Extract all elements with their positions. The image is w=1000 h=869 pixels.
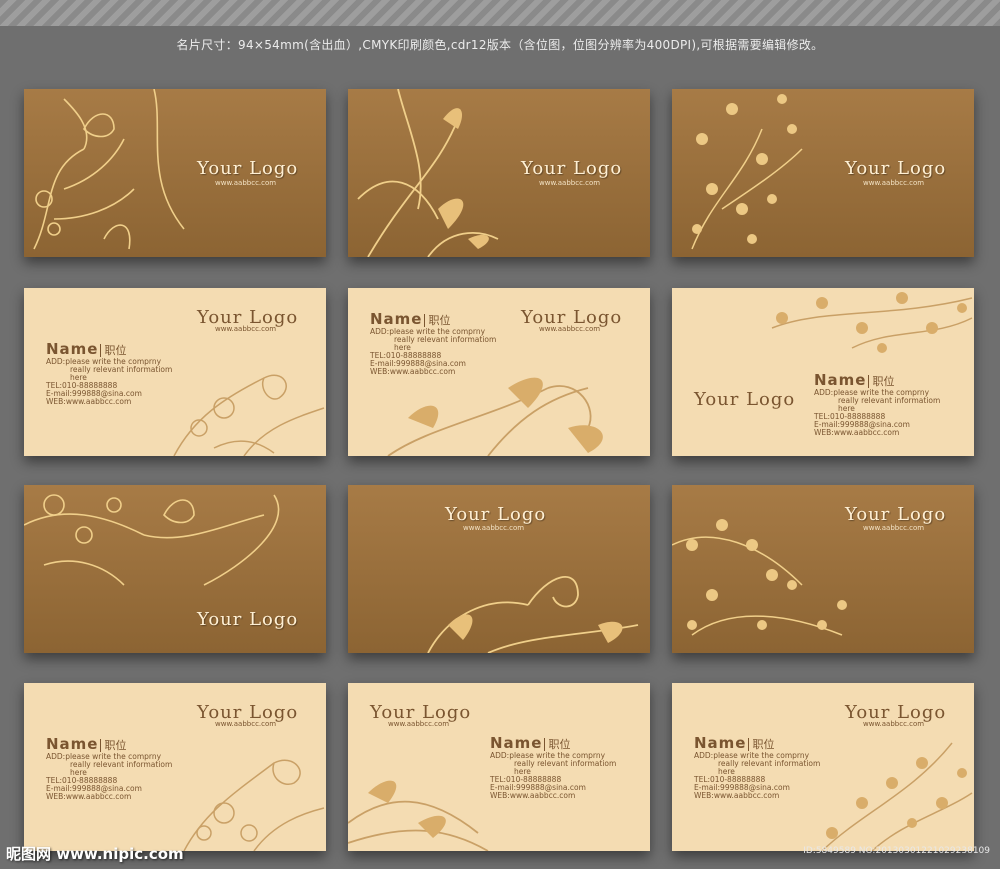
title-text: 职位 bbox=[424, 314, 451, 327]
logo-text: Your Logo bbox=[197, 158, 299, 179]
business-card-12[interactable]: Your Logo www.aabbcc.com Name 职位 ADD:plea… bbox=[672, 683, 974, 851]
business-card-10[interactable]: Your Logo www.aabbcc.com Name 职位 ADD:plea… bbox=[24, 683, 326, 851]
name-text: Name bbox=[814, 371, 867, 389]
name-text: Name bbox=[46, 340, 99, 358]
name-text: Name bbox=[694, 734, 747, 752]
address-line: really relevant informatiom bbox=[514, 759, 617, 768]
logo-text: Your Logo bbox=[845, 504, 947, 525]
watermark-text: 昵图网 www.nipic.com bbox=[6, 845, 184, 863]
address-line: really relevant informatiom bbox=[838, 396, 941, 405]
url-text: www.aabbcc.com bbox=[863, 524, 925, 532]
business-card-4[interactable]: Your Logo www.aabbcc.com Name 职位 ADD:plea… bbox=[24, 288, 326, 456]
logo-text: Your Logo bbox=[845, 158, 947, 179]
business-card-7[interactable]: Your Logo bbox=[24, 485, 326, 653]
address-line: really relevant informatiom bbox=[718, 759, 821, 768]
web-text: WEB:www.aabbcc.com bbox=[814, 428, 900, 437]
name-text: Name bbox=[46, 735, 99, 753]
web-text: WEB:www.aabbcc.com bbox=[694, 791, 780, 800]
contact-block: Name 职位 ADD:please write the comprny real… bbox=[370, 310, 496, 376]
web-text: WEB:www.aabbcc.com bbox=[46, 397, 132, 406]
web-text: WEB:www.aabbcc.com bbox=[46, 792, 132, 801]
business-card-11[interactable]: Your Logo www.aabbcc.com Name 职位 ADD:plea… bbox=[348, 683, 650, 851]
business-card-3[interactable]: Your Logo www.aabbcc.com bbox=[672, 89, 974, 257]
title-text: 职位 bbox=[544, 738, 571, 751]
url-text: www.aabbcc.com bbox=[539, 179, 601, 187]
contact-block: Name 职位 ADD:please write the comprny real… bbox=[694, 734, 820, 800]
url-text: www.aabbcc.com bbox=[863, 720, 925, 728]
image-id-text: ID:5849589 NO:20130301221029238109 bbox=[803, 846, 990, 856]
title-text: 职位 bbox=[100, 739, 127, 752]
contact-block: Name 职位 ADD:please write the comprny real… bbox=[490, 734, 616, 800]
business-card-2[interactable]: Your Logo www.aabbcc.com bbox=[348, 89, 650, 257]
name-text: Name bbox=[370, 310, 423, 328]
business-card-8[interactable]: Your Logo www.aabbcc.com bbox=[348, 485, 650, 653]
contact-block: Name 职位 ADD:please write the comprny real… bbox=[814, 371, 940, 437]
decorative-top-band bbox=[0, 0, 1000, 26]
title-text: 职位 bbox=[868, 375, 895, 388]
url-text: www.aabbcc.com bbox=[388, 720, 450, 728]
address-line: really relevant informatiom bbox=[70, 760, 173, 769]
web-text: WEB:www.aabbcc.com bbox=[490, 791, 576, 800]
spec-header: 名片尺寸：94×54mm(含出血）,CMYK印刷颜色,cdr12版本（含位图，位… bbox=[0, 26, 1000, 62]
business-card-5[interactable]: Your Logo www.aabbcc.com Name 职位 ADD:plea… bbox=[348, 288, 650, 456]
url-text: www.aabbcc.com bbox=[539, 325, 601, 333]
url-text: www.aabbcc.com bbox=[215, 179, 277, 187]
url-text: www.aabbcc.com bbox=[863, 179, 925, 187]
logo-text: Your Logo bbox=[521, 158, 623, 179]
business-card-1[interactable]: Your Logo www.aabbcc.com bbox=[24, 89, 326, 257]
logo-text: Your Logo bbox=[694, 389, 796, 410]
address-line: really relevant informatiom bbox=[394, 335, 497, 344]
url-text: www.aabbcc.com bbox=[215, 720, 277, 728]
contact-block: Name 职位 ADD:please write the comprny real… bbox=[46, 340, 172, 406]
title-text: 职位 bbox=[748, 738, 775, 751]
contact-block: Name 职位 ADD:please write the comprny real… bbox=[46, 735, 172, 801]
logo-text: Your Logo bbox=[445, 504, 547, 525]
url-text: www.aabbcc.com bbox=[215, 325, 277, 333]
business-card-6[interactable]: Your Logo Name 职位 ADD:please write the co… bbox=[672, 288, 974, 456]
web-text: WEB:www.aabbcc.com bbox=[370, 367, 456, 376]
business-card-9[interactable]: Your Logo www.aabbcc.com bbox=[672, 485, 974, 653]
title-text: 职位 bbox=[100, 344, 127, 357]
name-text: Name bbox=[490, 734, 543, 752]
logo-text: Your Logo bbox=[197, 609, 299, 630]
address-line: really relevant informatiom bbox=[70, 365, 173, 374]
url-text: www.aabbcc.com bbox=[463, 524, 525, 532]
